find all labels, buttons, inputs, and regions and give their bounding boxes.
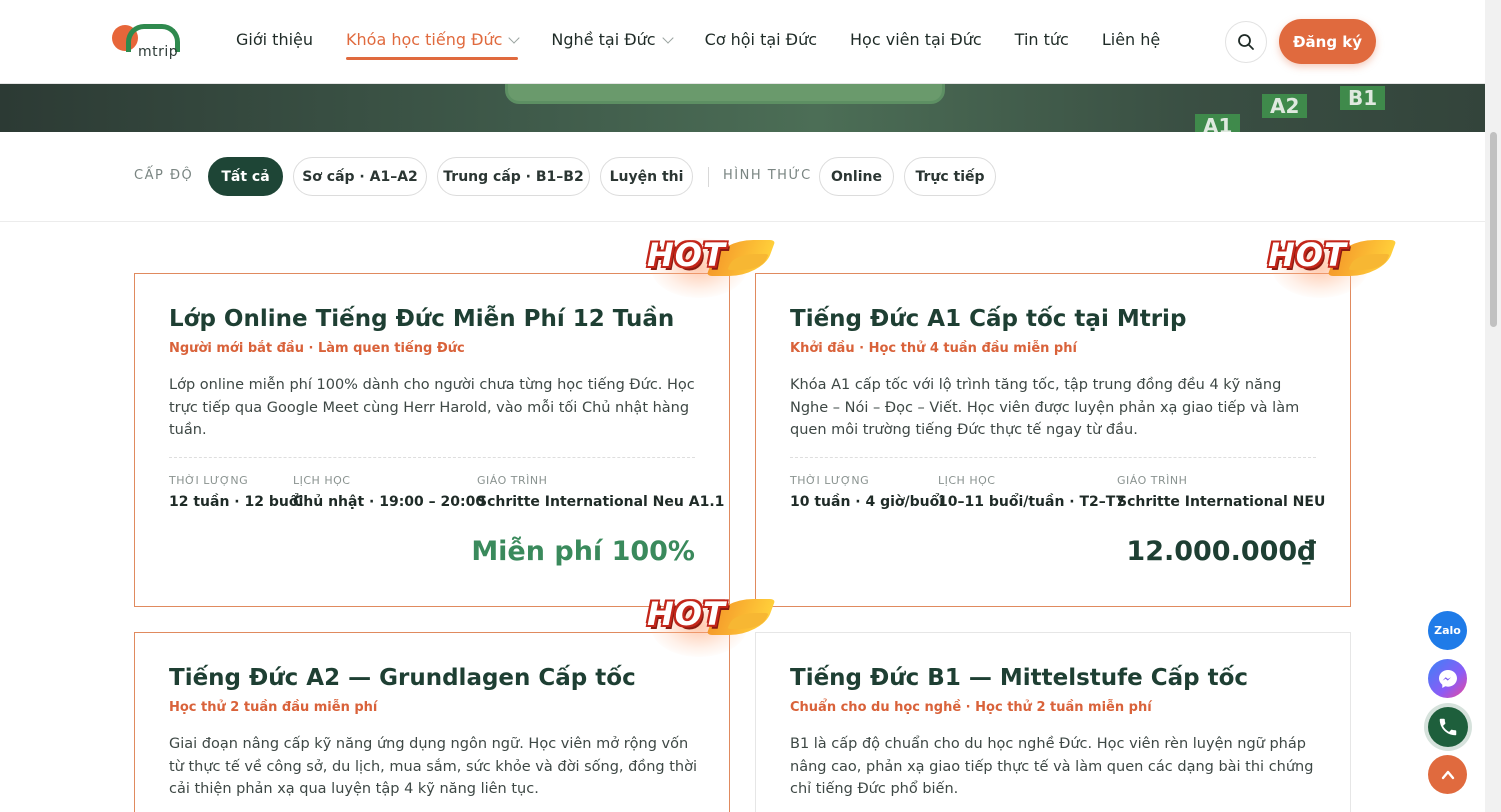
zalo-button[interactable]: Zalo: [1428, 611, 1467, 650]
course-subtitle: Khởi đầu · Học thử 4 tuần đầu miễn phí: [790, 341, 1077, 356]
search-button[interactable]: [1225, 21, 1267, 63]
hot-badge: HOT: [643, 228, 776, 300]
hot-label: HOT: [647, 595, 726, 633]
meta-schedule: LỊCH HỌC Chủ nhật · 19:00 – 20:00: [293, 474, 485, 510]
course-card[interactable]: Lớp Online Tiếng Đức Miễn Phí 12 Tuần Ng…: [134, 273, 730, 607]
nav-item-nghe-tai-duc[interactable]: Nghề tại Đức: [551, 30, 674, 49]
chevron-down-icon: [508, 31, 521, 44]
chevron-down-icon: [661, 31, 674, 44]
meta-label: LỊCH HỌC: [938, 474, 996, 487]
nav-label: Liên hệ: [1101, 30, 1161, 49]
register-button[interactable]: Đăng ký: [1279, 19, 1376, 64]
meta-value: Schritte International Neu A1.1: [477, 494, 725, 510]
course-subtitle: Người mới bắt đầu · Làm quen tiếng Đức: [169, 341, 465, 356]
course-title: Lớp Online Tiếng Đức Miễn Phí 12 Tuần: [169, 306, 675, 332]
course-description: B1 là cấp độ chuẩn cho du học nghề Đức. …: [790, 736, 1314, 797]
banner-tile: A1: [1195, 114, 1241, 132]
course-card[interactable]: Tiếng Đức A2 — Grundlagen Cấp tốc Học th…: [134, 632, 730, 812]
course-filter-bar: CẤP ĐỘ Tất cả Sơ cấp · A1–A2 Trung cấp ·…: [0, 132, 1485, 222]
hot-label: HOT: [647, 236, 726, 274]
banner-tile: B1: [1340, 86, 1386, 110]
meta-label: GIÁO TRÌNH: [1117, 474, 1188, 487]
page-scrollbar[interactable]: [1485, 0, 1501, 812]
banner-shape: [505, 84, 945, 104]
back-to-top-button[interactable]: [1428, 755, 1467, 794]
chip-all[interactable]: Tất cả: [208, 157, 283, 196]
card-divider: [790, 457, 1316, 458]
scrollbar-thumb[interactable]: [1490, 132, 1497, 327]
course-title: Tiếng Đức B1 — Mittelstufe Cấp tốc: [790, 665, 1249, 691]
meta-schedule: LỊCH HỌC 10–11 buổi/tuần · T2–T7: [938, 474, 1125, 510]
course-description: Lớp online miễn phí 100% dành cho người …: [169, 377, 695, 438]
meta-label: THỜI LƯỢNG: [790, 474, 870, 487]
course-card[interactable]: Tiếng Đức B1 — Mittelstufe Cấp tốc Chuẩn…: [755, 632, 1351, 812]
nav-label: Học viên tại Đức: [850, 30, 982, 49]
nav-label: Tin tức: [1014, 30, 1069, 49]
meta-value: 10 tuần · 4 giờ/buổi: [790, 494, 945, 510]
course-subtitle: Học thử 2 tuần đầu miễn phí: [169, 700, 378, 715]
chevron-up-icon: [1441, 770, 1454, 779]
hero-banner-strip: A1 A2 B1: [0, 84, 1485, 132]
nav-label: Cơ hội tại Đức: [704, 30, 818, 49]
filter-divider: [708, 167, 709, 187]
chip-online[interactable]: Online: [819, 157, 894, 196]
mtrip-logo[interactable]: mtrip: [112, 22, 184, 62]
hot-badge: HOT: [1264, 228, 1397, 300]
chip-in-person[interactable]: Trực tiếp: [904, 157, 996, 196]
nav-item-gioi-thieu[interactable]: Giới thiệu: [236, 30, 313, 49]
course-description: Khóa A1 cấp tốc với lộ trình tăng tốc, t…: [790, 377, 1300, 438]
course-title: Tiếng Đức A1 Cấp tốc tại Mtrip: [790, 306, 1187, 332]
level-filter-label: CẤP ĐỘ: [134, 168, 194, 183]
course-description: Giai đoạn nâng cấp kỹ năng ứng dụng ngôn…: [169, 736, 697, 797]
course-price: 12.000.000₫: [1126, 536, 1316, 567]
meta-label: GIÁO TRÌNH: [477, 474, 548, 487]
messenger-icon: [1438, 669, 1457, 688]
meta-textbook: GIÁO TRÌNH Schritte International Neu A1…: [477, 474, 724, 510]
meta-value: Chủ nhật · 19:00 – 20:00: [293, 494, 486, 510]
meta-value: 12 tuần · 12 buổi: [169, 494, 304, 510]
card-divider: [169, 457, 695, 458]
course-subtitle: Chuẩn cho du học nghề · Học thử 2 tuần m…: [790, 700, 1152, 715]
meta-duration: THỜI LƯỢNG 12 tuần · 12 buổi: [169, 474, 303, 510]
logo-text: mtrip: [138, 44, 179, 60]
meta-label: LỊCH HỌC: [293, 474, 351, 487]
site-header: mtrip Giới thiệu Khóa học tiếng Đức Nghề…: [0, 0, 1485, 84]
course-title: Tiếng Đức A2 — Grundlagen Cấp tốc: [169, 665, 636, 691]
meta-label: THỜI LƯỢNG: [169, 474, 249, 487]
nav-label: Nghề tại Đức: [551, 30, 656, 49]
zalo-icon: Zalo: [1434, 624, 1461, 637]
phone-icon: [1439, 718, 1457, 736]
chip-intermediate[interactable]: Trung cấp · B1–B2: [437, 157, 590, 196]
messenger-button[interactable]: [1428, 659, 1467, 698]
main-nav: Giới thiệu Khóa học tiếng Đức Nghề tại Đ…: [236, 30, 1193, 60]
nav-item-khoa-hoc[interactable]: Khóa học tiếng Đức: [346, 30, 521, 60]
phone-button[interactable]: [1428, 707, 1468, 747]
nav-item-hoc-vien[interactable]: Học viên tại Đức: [850, 30, 982, 49]
meta-value: Schritte International NEU: [1117, 494, 1326, 510]
banner-tile: A2: [1262, 94, 1308, 118]
nav-item-tin-tuc[interactable]: Tin tức: [1015, 30, 1069, 49]
nav-item-co-hoi[interactable]: Cơ hội tại Đức: [705, 30, 817, 49]
meta-textbook: GIÁO TRÌNH Schritte International NEU: [1117, 474, 1325, 510]
nav-item-lien-he[interactable]: Liên hệ: [1102, 30, 1160, 49]
course-price: Miễn phí 100%: [471, 536, 695, 567]
format-filter-label: HÌNH THỨC: [723, 168, 812, 183]
search-icon: [1238, 34, 1254, 50]
course-card[interactable]: Tiếng Đức A1 Cấp tốc tại Mtrip Khởi đầu …: [755, 273, 1351, 607]
meta-duration: THỜI LƯỢNG 10 tuần · 4 giờ/buổi: [790, 474, 944, 510]
chip-exam-prep[interactable]: Luyện thi: [600, 157, 693, 196]
meta-value: 10–11 buổi/tuần · T2–T7: [938, 494, 1126, 510]
hot-badge: HOT: [643, 587, 776, 659]
nav-label: Khóa học tiếng Đức: [346, 30, 503, 49]
hot-label: HOT: [1268, 236, 1347, 274]
chip-beginner[interactable]: Sơ cấp · A1–A2: [293, 157, 427, 196]
nav-label: Giới thiệu: [236, 30, 314, 49]
